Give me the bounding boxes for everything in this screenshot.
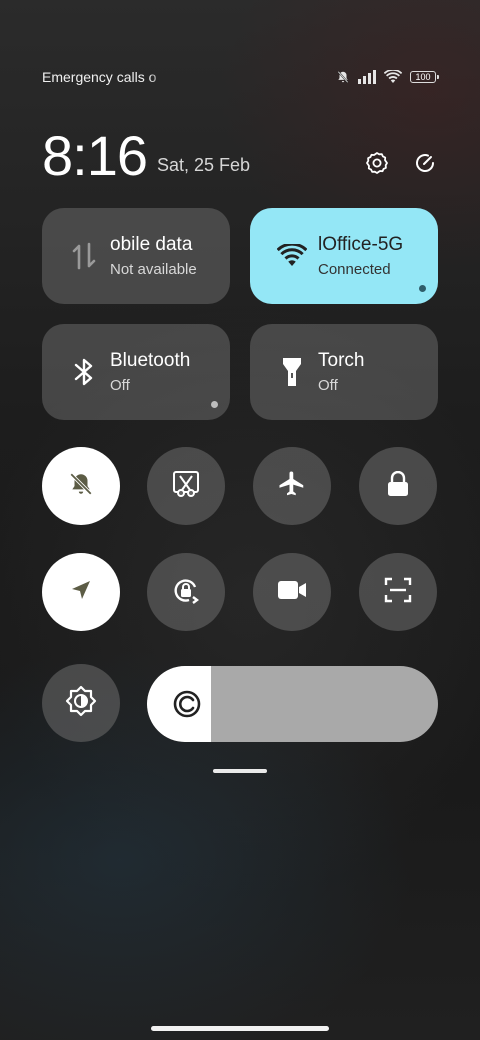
torch-status: Off bbox=[318, 376, 338, 394]
mobile-data-title: obile data bbox=[110, 233, 193, 255]
scan-icon bbox=[384, 576, 412, 609]
status-icons: 100 bbox=[336, 70, 439, 84]
bluetooth-icon bbox=[66, 357, 102, 387]
mobile-data-status: Not available bbox=[110, 260, 197, 278]
data-transfer-icon bbox=[66, 241, 102, 271]
mute-icon bbox=[336, 70, 350, 84]
scanner-toggle[interactable] bbox=[359, 553, 437, 631]
wifi-more-indicator[interactable] bbox=[419, 285, 426, 292]
wifi-tile[interactable]: lOffice-5G Connected bbox=[250, 208, 438, 304]
auto-brightness-icon bbox=[65, 685, 97, 722]
location-toggle[interactable] bbox=[42, 553, 120, 631]
edit-button[interactable] bbox=[412, 152, 438, 178]
rotation-lock-toggle[interactable] bbox=[147, 553, 225, 631]
brightness-icon bbox=[171, 688, 203, 720]
torch-title: Torch bbox=[318, 349, 365, 371]
battery-level: 100 bbox=[415, 72, 431, 82]
rotate-lock-icon bbox=[171, 575, 201, 610]
panel-drag-handle[interactable] bbox=[213, 769, 267, 773]
clock-date: Sat, 25 Feb bbox=[157, 155, 251, 175]
carrier-text: Emergency calls o bbox=[42, 69, 157, 85]
screenshot-toggle[interactable] bbox=[147, 447, 225, 525]
status-bar: Emergency calls o 100 bbox=[42, 66, 439, 88]
auto-brightness-toggle[interactable] bbox=[42, 664, 120, 742]
airplane-icon bbox=[277, 469, 307, 504]
bell-off-icon bbox=[68, 471, 94, 502]
bluetooth-status: Off bbox=[110, 376, 130, 394]
bluetooth-more-indicator[interactable] bbox=[211, 401, 218, 408]
lock-screen-toggle[interactable] bbox=[359, 447, 437, 525]
settings-button[interactable] bbox=[364, 151, 390, 180]
bluetooth-title: Bluetooth bbox=[110, 349, 191, 371]
brightness-slider[interactable] bbox=[147, 666, 438, 742]
wifi-network-name: lOffice-5G bbox=[318, 233, 404, 255]
lock-icon bbox=[386, 470, 410, 502]
clock-row: 8:16 Sat, 25 Feb bbox=[42, 120, 438, 184]
wifi-icon bbox=[384, 70, 402, 84]
scissors-icon bbox=[172, 470, 200, 503]
wifi-icon bbox=[274, 244, 310, 268]
silent-toggle[interactable] bbox=[42, 447, 120, 525]
mobile-data-tile[interactable]: obile data Not available bbox=[42, 208, 230, 304]
location-arrow-icon bbox=[69, 578, 93, 607]
bluetooth-tile[interactable]: Bluetooth Off bbox=[42, 324, 230, 420]
airplane-mode-toggle[interactable] bbox=[253, 447, 331, 525]
wifi-status: Connected bbox=[318, 260, 391, 278]
settings-icon bbox=[365, 151, 389, 180]
home-indicator[interactable] bbox=[151, 1026, 329, 1031]
torch-icon bbox=[274, 356, 310, 388]
video-camera-icon bbox=[277, 579, 307, 606]
signal-icon bbox=[358, 70, 376, 84]
torch-tile[interactable]: Torch Off bbox=[250, 324, 438, 420]
battery-icon: 100 bbox=[410, 71, 439, 83]
screen-recorder-toggle[interactable] bbox=[253, 553, 331, 631]
clock-time: 8:16 bbox=[42, 124, 148, 187]
edit-icon bbox=[413, 151, 437, 180]
